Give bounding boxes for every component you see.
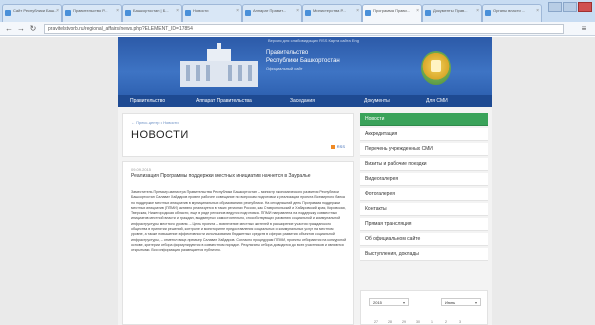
tab-label: Правительство Р... — [73, 8, 108, 13]
tab-label: Программа Прави... — [373, 8, 411, 13]
address-bar: ← → ↻ pravitelstvorb.ru/regional_affairs… — [0, 22, 595, 36]
browser-tab-active[interactable]: Программа Прави... × — [362, 4, 422, 22]
page-title: НОВОСТИ — [131, 129, 189, 141]
favicon-icon — [125, 10, 131, 16]
site-subtitle: Официальный сайт — [266, 66, 303, 71]
nav-item-apparatus[interactable]: Аппарат Правительства — [196, 95, 252, 107]
rss-icon — [330, 144, 335, 149]
news-header-card: ← Пресс-центр • Новости НОВОСТИ RSS — [122, 113, 354, 157]
browser-tab[interactable]: Органы власти ... × — [482, 4, 542, 22]
chevron-down-icon: ▾ — [474, 300, 477, 305]
site-container: Версия для слабовидящих RSS Карта сайта … — [118, 37, 492, 325]
tab-label: Органы власти ... — [493, 8, 526, 13]
url-input[interactable]: pravitelstvorb.ru/regional_affairs/news.… — [44, 24, 564, 34]
browser-tab[interactable]: Правительство Р... × — [62, 4, 122, 22]
year-select[interactable]: 2015 ▾ — [369, 298, 409, 306]
nav-item-media[interactable]: Для СМИ — [426, 95, 448, 107]
main-nav: Правительство Аппарат Правительства Засе… — [118, 95, 492, 107]
close-icon[interactable]: × — [236, 8, 239, 14]
nav-item-government[interactable]: Правительство — [130, 95, 165, 107]
browser-tab[interactable]: Аппарат Правит... × — [242, 4, 302, 22]
government-building-image — [180, 43, 258, 87]
menu-icon[interactable]: ≡ — [579, 24, 589, 34]
page-viewport: Версия для слабовидящих RSS Карта сайта … — [0, 37, 595, 325]
favicon-icon — [245, 10, 251, 16]
browser-tab[interactable]: Сайт Республики Баш... × — [2, 4, 62, 22]
browser-tab[interactable]: Документы Прав... × — [422, 4, 482, 22]
nav-item-documents[interactable]: Документы — [364, 95, 390, 107]
chevron-down-icon: ▾ — [402, 300, 405, 305]
tab-label: Аппарат Правит... — [253, 8, 286, 13]
browser-tab[interactable]: Министерства Р... × — [302, 4, 362, 22]
window-controls — [548, 2, 592, 14]
sidebar-item-photo[interactable]: Фотогалерея — [360, 188, 488, 201]
back-arrow-icon[interactable]: ← — [4, 24, 14, 34]
nav-item-meetings[interactable]: Заседания — [290, 95, 315, 107]
site-title[interactable]: Правительство Республики Башкортостан — [266, 49, 340, 65]
news-article: 09.09.2015 Реализация Программы поддержк… — [122, 161, 354, 325]
year-value: 2015 — [373, 300, 382, 305]
top-links[interactable]: Версия для слабовидящих RSS Карта сайта … — [268, 38, 448, 44]
browser-tab[interactable]: Башкортостан | Б... × — [122, 4, 182, 22]
sidebar-item-video[interactable]: Видеогалерея — [360, 173, 488, 186]
sidebar-menu: Новости Аккредитация Перечень учрежденны… — [360, 113, 488, 261]
close-icon[interactable]: × — [176, 8, 179, 14]
browser-tab[interactable]: Новости × — [182, 4, 242, 22]
news-calendar: 2015 ▾ Июнь ▾ 27282930123 45678910 — [360, 290, 488, 325]
tab-label: Башкортостан | Б... — [133, 8, 169, 13]
calendar-week: 45678910 — [369, 318, 481, 324]
sidebar-item-news[interactable]: Новости — [360, 113, 488, 126]
calendar-week: 27 28 29 30 1 2 3 — [369, 310, 481, 324]
favicon-icon — [425, 10, 431, 16]
sidebar-item-live[interactable]: Прямая трансляция — [360, 218, 488, 231]
sidebar-item-accreditation[interactable]: Аккредитация — [360, 128, 488, 141]
sidebar-item-speeches[interactable]: Выступления, доклады — [360, 248, 488, 261]
close-icon[interactable]: × — [536, 8, 539, 14]
favicon-icon — [65, 10, 71, 16]
month-value: Июнь — [445, 300, 456, 305]
breadcrumb[interactable]: ← Пресс-центр • Новости — [131, 120, 179, 125]
rss-label: RSS — [336, 144, 345, 149]
favicon-icon — [5, 10, 11, 16]
close-icon[interactable]: × — [56, 8, 59, 14]
article-date: 09.09.2015 — [131, 167, 152, 172]
rss-link[interactable]: RSS — [330, 144, 345, 149]
article-title[interactable]: Реализация Программы поддержки местных и… — [131, 173, 345, 180]
tab-label: Новости — [193, 8, 209, 13]
site-banner: Версия для слабовидящих RSS Карта сайта … — [118, 37, 492, 95]
site-title-line1: Правительство — [266, 50, 309, 56]
browser-tabstrip: Сайт Республики Баш... × Правительство Р.… — [0, 0, 595, 22]
sidebar-item-visits[interactable]: Визиты и рабочие поездки — [360, 158, 488, 171]
article-body: Заместитель Премьер-министра Правительст… — [131, 190, 347, 253]
content-area: ← Пресс-центр • Новости НОВОСТИ RSS 09.0… — [118, 107, 492, 325]
favicon-icon — [305, 10, 311, 16]
forward-arrow-icon[interactable]: → — [16, 24, 26, 34]
close-icon[interactable]: × — [476, 8, 479, 14]
reload-icon[interactable]: ↻ — [28, 24, 38, 34]
maximize-button[interactable] — [563, 2, 577, 12]
close-icon[interactable]: × — [356, 8, 359, 14]
tab-label: Сайт Республики Баш... — [13, 8, 58, 13]
close-icon[interactable]: × — [416, 8, 419, 14]
month-select[interactable]: Июнь ▾ — [441, 298, 481, 306]
favicon-icon — [485, 10, 491, 16]
site-title-line2: Республики Башкортостан — [266, 58, 340, 64]
sidebar-item-media-list[interactable]: Перечень учрежденных СМИ — [360, 143, 488, 156]
coat-of-arms-icon — [421, 51, 451, 85]
close-icon[interactable]: × — [116, 8, 119, 14]
favicon-icon — [365, 10, 371, 16]
sidebar-item-about[interactable]: Об официальном сайте — [360, 233, 488, 246]
tab-label: Документы Прав... — [433, 8, 468, 13]
window-close-button[interactable] — [578, 2, 592, 12]
sidebar-item-contacts[interactable]: Контакты — [360, 203, 488, 216]
minimize-button[interactable] — [548, 2, 562, 12]
favicon-icon — [185, 10, 191, 16]
close-icon[interactable]: × — [296, 8, 299, 14]
tab-label: Министерства Р... — [313, 8, 346, 13]
